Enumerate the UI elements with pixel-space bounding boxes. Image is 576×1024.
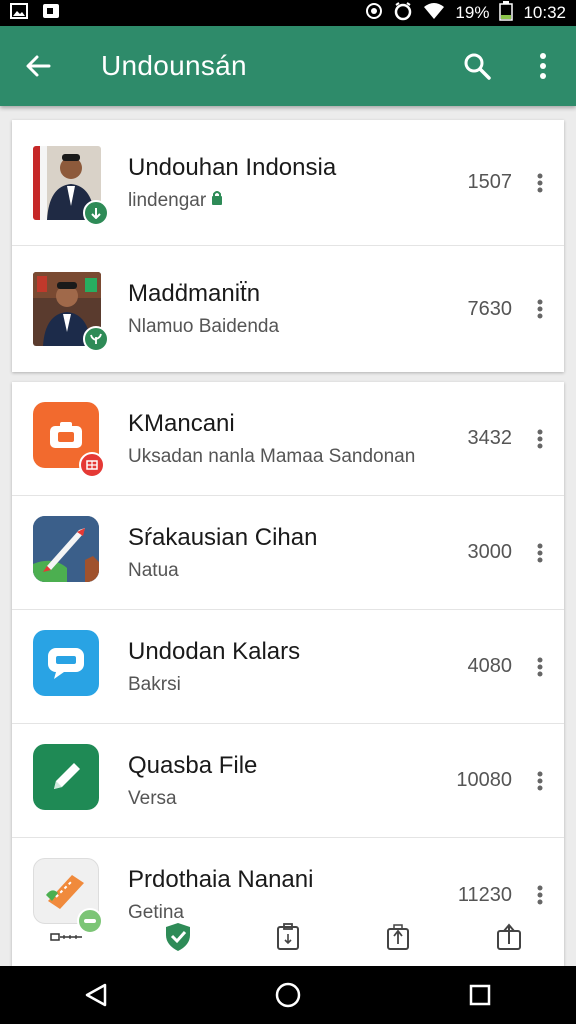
- search-button[interactable]: [444, 26, 510, 106]
- item-more-button[interactable]: [526, 289, 554, 329]
- system-recents-button[interactable]: [440, 966, 520, 1024]
- system-home-button[interactable]: [248, 966, 328, 1024]
- item-title: KMancani: [128, 409, 235, 437]
- page-title: Undounsán: [101, 50, 247, 81]
- item-count: 1507: [467, 171, 513, 193]
- ticket-icon: [46, 875, 84, 909]
- list-item[interactable]: Sŕakausian Cihan Natua 3000: [12, 496, 564, 610]
- more-vert-icon: [540, 53, 546, 79]
- app-icon: [33, 629, 101, 704]
- more-vert-icon: [537, 885, 543, 905]
- nav-link-button[interactable]: [37, 913, 97, 961]
- app-screen: 19% 10:32 Undounsán Undouhan Indonsia li…: [0, 0, 576, 1024]
- data-saver-icon: [365, 2, 383, 25]
- battery-icon: [499, 0, 514, 26]
- pencil-icon: [54, 762, 80, 789]
- upload-icon: [496, 923, 521, 950]
- nav-clipboard-button[interactable]: [258, 913, 318, 961]
- battery-percent: 19%: [455, 3, 490, 22]
- item-count: 3000: [467, 541, 513, 563]
- list-item[interactable]: Quasba File Versa 10080: [12, 724, 564, 838]
- more-vert-icon: [537, 657, 543, 676]
- alarm-icon: [393, 1, 413, 26]
- item-subtitle: Versa: [128, 787, 177, 809]
- nav-shield-button[interactable]: [148, 913, 208, 961]
- item-more-button[interactable]: [526, 647, 554, 687]
- item-title: Quasba File: [128, 751, 258, 779]
- image-notification-icon: [10, 2, 28, 24]
- app-icon: [33, 515, 101, 590]
- item-more-button[interactable]: [526, 419, 554, 459]
- item-count: 11230: [457, 883, 512, 906]
- more-vert-icon: [537, 299, 543, 319]
- item-count: 3432: [467, 427, 513, 449]
- item-subtitle: Bakrsi: [128, 673, 181, 695]
- item-more-button[interactable]: [526, 533, 554, 573]
- contacts-card: Undouhan Indonsia lindengar 1507 Madḋman…: [12, 120, 564, 372]
- item-count: 4080: [467, 655, 513, 677]
- system-back-button[interactable]: [56, 966, 136, 1024]
- app-icon: [33, 743, 101, 818]
- list-item[interactable]: Undouhan Indonsia lindengar 1507: [12, 120, 564, 246]
- circle-home-icon: [275, 982, 301, 1008]
- more-vert-icon: [537, 429, 543, 448]
- list-item[interactable]: Undodan Kalars Bakrsi 4080: [12, 610, 564, 724]
- triangle-back-icon: [85, 983, 107, 1007]
- item-title: Undodan Kalars: [128, 637, 301, 665]
- more-vert-icon: [537, 173, 543, 192]
- item-count: 7630: [467, 297, 513, 320]
- item-subtitle: Nlamuo Baidenda: [128, 316, 280, 337]
- rocket-icon: [33, 515, 99, 582]
- more-vert-icon: [537, 543, 543, 562]
- system-navigation-bar: [0, 966, 576, 1024]
- apps-card: KMancani Uksadan nanla Mamaa Sandonan 34…: [12, 382, 564, 966]
- clock: 10:32: [523, 3, 566, 22]
- back-arrow-icon: [26, 55, 51, 77]
- item-more-button[interactable]: [526, 761, 554, 801]
- share-icon: [387, 924, 410, 950]
- item-more-button[interactable]: [526, 163, 554, 203]
- list-item[interactable]: KMancani Uksadan nanla Mamaa Sandonan 34…: [12, 382, 564, 496]
- clipboard-icon: [276, 923, 299, 950]
- item-subtitle: Uksadan nanla Mamaa Sandonan: [128, 445, 416, 467]
- lock-icon: [211, 190, 223, 211]
- chat-bubble-icon: [48, 647, 84, 679]
- status-badge: [83, 199, 109, 226]
- nav-upload-button[interactable]: [479, 913, 539, 961]
- back-button[interactable]: [0, 26, 76, 106]
- shield-icon: [165, 923, 190, 951]
- camera-icon: [50, 421, 82, 448]
- status-badge: [79, 451, 105, 478]
- status-badge: [83, 326, 109, 352]
- list-item[interactable]: Madḋmaniẗn Nlamuo Baidenda 7630: [12, 246, 564, 372]
- app-icon: [33, 401, 105, 478]
- item-subtitle: lindengar: [128, 189, 207, 211]
- nav-share-button[interactable]: [368, 913, 428, 961]
- search-icon: [464, 53, 491, 80]
- wifi-icon: [423, 2, 445, 25]
- item-more-button[interactable]: [526, 875, 554, 915]
- more-vert-icon: [537, 771, 543, 790]
- bottom-action-bar: [12, 912, 564, 962]
- link-icon: [50, 933, 83, 941]
- item-subtitle: Natua: [128, 559, 179, 581]
- overflow-menu-button[interactable]: [510, 26, 576, 106]
- avatar: [33, 272, 109, 352]
- item-title: Sŕakausian Cihan: [128, 523, 318, 551]
- square-recents-icon: [469, 984, 491, 1006]
- item-title: Prdothaia Nanani: [128, 866, 314, 893]
- status-bar: 19% 10:32: [0, 0, 576, 26]
- item-count: 10080: [456, 769, 512, 791]
- item-title: Madḋmaniẗn: [128, 280, 261, 307]
- avatar: [33, 145, 109, 226]
- item-title: Undouhan Indonsia: [128, 153, 337, 181]
- app-bar: Undounsán: [0, 26, 576, 106]
- message-notification-icon: [42, 3, 60, 24]
